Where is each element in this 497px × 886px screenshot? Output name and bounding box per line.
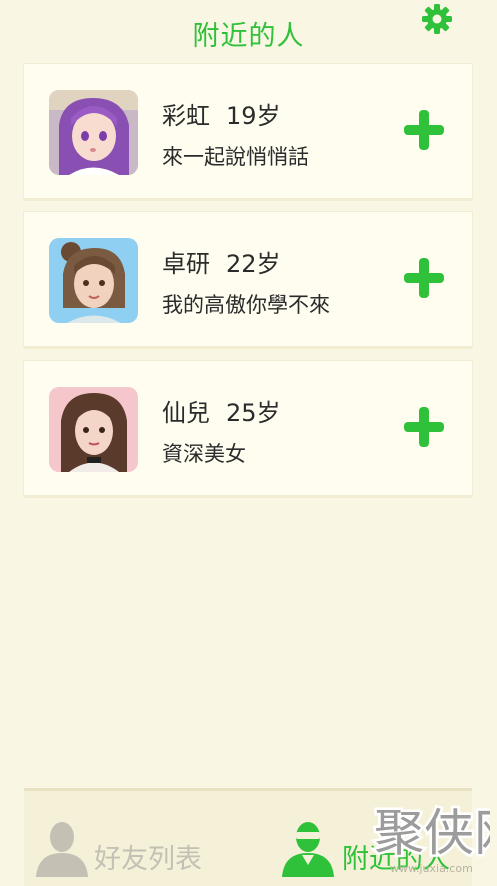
person-age: 19岁 — [226, 102, 281, 130]
add-friend-button[interactable] — [402, 108, 446, 152]
person-name: 卓研 — [162, 250, 210, 278]
avatar — [49, 387, 138, 472]
person-signature: 來一起說悄悄話 — [162, 145, 309, 169]
person-name: 仙兒 — [162, 399, 210, 427]
person-icon — [36, 822, 88, 877]
tab-friend-list[interactable]: 好友列表 — [24, 791, 248, 886]
header: 附近的人 — [0, 0, 497, 62]
add-friend-button[interactable] — [402, 405, 446, 449]
ninja-person-icon — [282, 822, 334, 877]
person-card-1[interactable]: 卓研 22岁 我的高傲你學不來 — [24, 212, 472, 346]
gear-icon[interactable] — [421, 3, 453, 35]
person-age: 25岁 — [226, 399, 281, 427]
person-name: 彩虹 — [162, 102, 210, 130]
person-signature: 資深美女 — [162, 442, 246, 466]
person-card-0[interactable]: 彩虹 19岁 來一起說悄悄話 — [24, 64, 472, 198]
avatar — [49, 238, 138, 323]
person-signature: 我的高傲你學不來 — [162, 293, 330, 317]
watermark-url: www.juxia.com — [390, 862, 473, 875]
add-friend-button[interactable] — [402, 256, 446, 300]
avatar — [49, 90, 138, 175]
tab-label: 好友列表 — [94, 844, 202, 875]
person-card-2[interactable]: 仙兒 25岁 資深美女 — [24, 361, 472, 495]
person-age: 22岁 — [226, 250, 281, 278]
